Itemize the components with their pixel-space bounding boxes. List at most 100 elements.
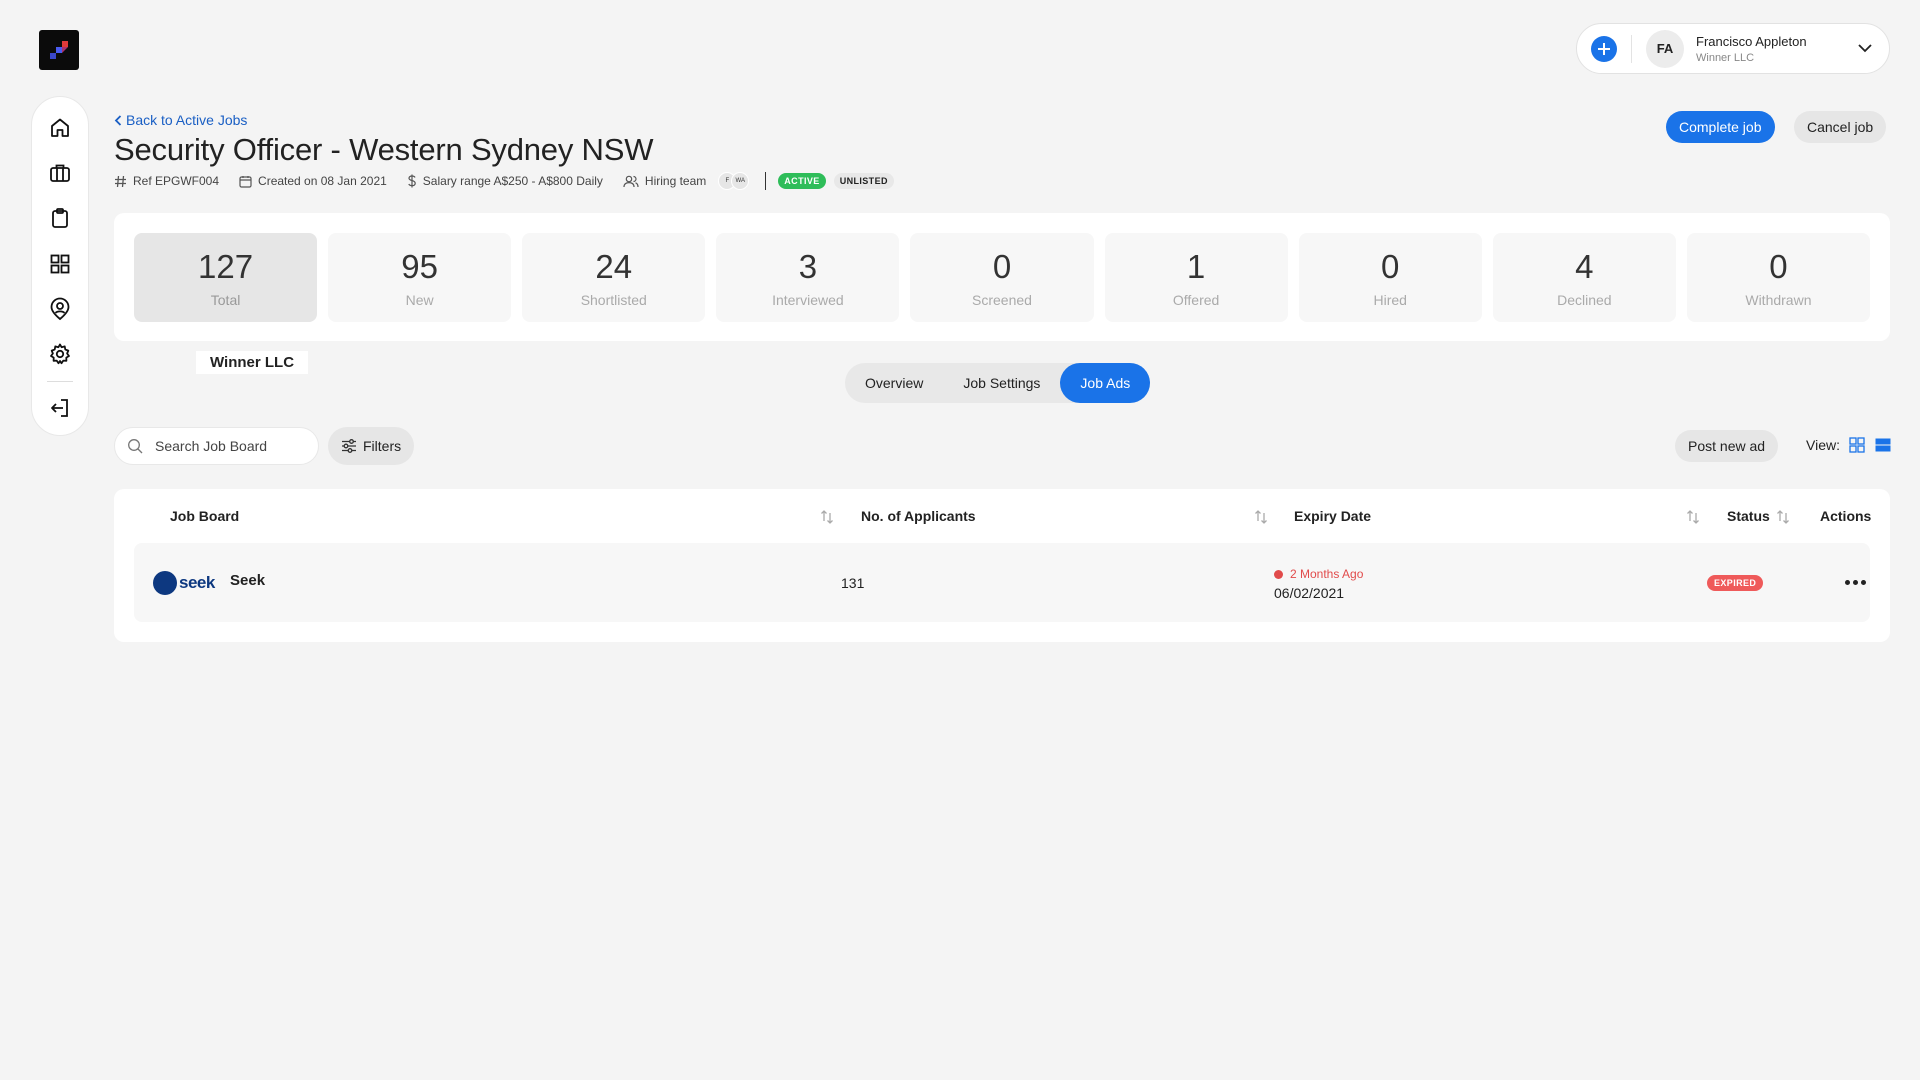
stat-label: Screened [972,291,1032,308]
stat-total[interactable]: 127 Total [134,233,318,322]
stat-value: 3 [798,247,818,285]
user-menu-divider [1631,34,1632,63]
search-icon [128,439,143,454]
users-icon [623,175,639,187]
search-box [114,427,319,465]
expiry-relative: 2 Months Ago [1274,567,1363,581]
dollar-icon [408,174,416,188]
user-name: Francisco Appleton [1696,33,1807,49]
grid-icon [50,254,70,273]
column-header-applicants: No. of Applicants [861,508,976,524]
stat-shortlisted[interactable]: 24 Shortlisted [522,233,706,322]
sort-icon[interactable] [1686,509,1700,525]
search-input[interactable] [155,438,285,454]
grid-view-toggle[interactable] [1848,436,1866,454]
more-dot-icon [1844,579,1850,585]
company-tag: Winner LLC [196,351,309,374]
seek-logo-text: seek [179,573,215,592]
status-badge-active: ACTIVE [778,173,826,189]
job-created-text: Created on 08 Jan 2021 [258,174,387,188]
team-avatar[interactable]: WA [731,172,750,190]
stat-label: Hired [1373,291,1407,308]
stat-value: 24 [595,247,633,285]
expired-dot-icon [1274,569,1283,579]
stat-value: 127 [198,247,254,285]
sort-icon[interactable] [820,509,834,525]
stat-offered[interactable]: 1 Offered [1104,233,1288,322]
stat-value: 0 [992,247,1012,285]
sidebar-item-dashboard[interactable] [40,245,80,282]
sort-icon[interactable] [1776,509,1790,525]
calendar-icon [239,175,252,188]
status-badge-unlisted: UNLISTED [833,173,894,189]
user-info[interactable]: Francisco Appleton Winner LLC [1696,34,1855,64]
hiring-team-avatars[interactable]: F WA [718,172,750,190]
sidebar-item-jobs[interactable] [40,154,80,191]
filter-sliders-icon [342,439,356,453]
gear-icon [50,343,70,365]
hiring-team-label: Hiring team [644,174,707,188]
expiry-date: 06/02/2021 [1274,585,1345,601]
seek-logo-mark-icon [153,571,177,595]
stat-label: Declined [1557,291,1612,308]
logo-mark-icon [50,41,68,59]
column-header-status: Status [1727,508,1770,524]
view-switcher: View: [1806,436,1892,454]
sidebar-item-settings[interactable] [40,335,80,372]
view-label: View: [1806,437,1840,453]
stat-withdrawn[interactable]: 0 Withdrawn [1686,233,1870,322]
stat-value: 0 [1769,247,1788,285]
stat-value: 1 [1186,247,1206,285]
user-menu-toggle[interactable] [1855,39,1875,59]
job-board-name: Seek [230,572,266,589]
tab-job-settings[interactable]: Job Settings [943,363,1060,403]
home-icon [51,118,69,137]
stat-value: 0 [1381,247,1400,285]
job-ads-table: Job Board No. of Applicants Expiry Date … [114,489,1890,642]
column-header-job-board: Job Board [170,508,240,524]
list-view-toggle[interactable] [1874,436,1892,454]
stat-value: 4 [1575,247,1594,285]
filters-button[interactable]: Filters [328,427,415,465]
sidebar-item-tasks[interactable] [40,200,80,237]
user-menu: FA Francisco Appleton Winner LLC [1576,23,1890,74]
pipeline-stats: 127 Total 95 New 24 Shortlisted 3 Interv… [114,213,1890,341]
more-dot-icon [1860,579,1866,585]
sort-icon[interactable] [1254,509,1268,525]
filters-label: Filters [363,438,402,454]
sidebar-item-home[interactable] [40,109,80,146]
applicants-count: 131 [841,575,865,591]
user-pin-icon [50,297,70,320]
avatar[interactable]: FA [1646,29,1684,68]
complete-job-button[interactable]: Complete job [1666,111,1775,143]
job-salary: Salary range A$250 - A$800 Daily [407,174,603,188]
table-row[interactable]: seek Seek 131 2 Months Ago 06/02/2021 EX… [134,543,1870,622]
sidebar-nav [31,96,89,436]
job-ref: Ref EPGWF004 [114,174,219,188]
clipboard-icon [52,208,68,229]
column-header-actions: Actions [1820,508,1872,524]
tab-job-ads[interactable]: Job Ads [1060,363,1151,403]
stat-label: Interviewed [772,291,844,308]
stat-new[interactable]: 95 New [328,233,512,322]
app-logo[interactable] [39,30,79,70]
stat-hired[interactable]: 0 Hired [1298,233,1482,322]
user-company: Winner LLC [1696,51,1755,64]
post-new-ad-button[interactable]: Post new ad [1675,430,1779,462]
more-dot-icon [1852,579,1858,585]
status-cell: EXPIRED [1707,573,1764,591]
page-title: Security Officer - Western Sydney NSW [114,132,654,167]
add-button[interactable] [1591,35,1617,62]
job-salary-text: Salary range A$250 - A$800 Daily [422,174,603,188]
cancel-job-button[interactable]: Cancel job [1794,111,1887,143]
stat-declined[interactable]: 4 Declined [1492,233,1676,322]
back-to-active-jobs-link[interactable]: Back to Active Jobs [114,112,247,128]
stat-interviewed[interactable]: 3 Interviewed [716,233,900,322]
sidebar-item-logout[interactable] [40,390,80,427]
row-actions-button[interactable] [1841,570,1869,594]
stat-screened[interactable]: 0 Screened [910,233,1094,322]
briefcase-icon [50,164,70,182]
tab-overview[interactable]: Overview [845,363,943,403]
job-meta: Ref EPGWF004 Created on 08 Jan 2021 Sala… [114,172,894,190]
sidebar-item-candidates[interactable] [40,290,80,327]
